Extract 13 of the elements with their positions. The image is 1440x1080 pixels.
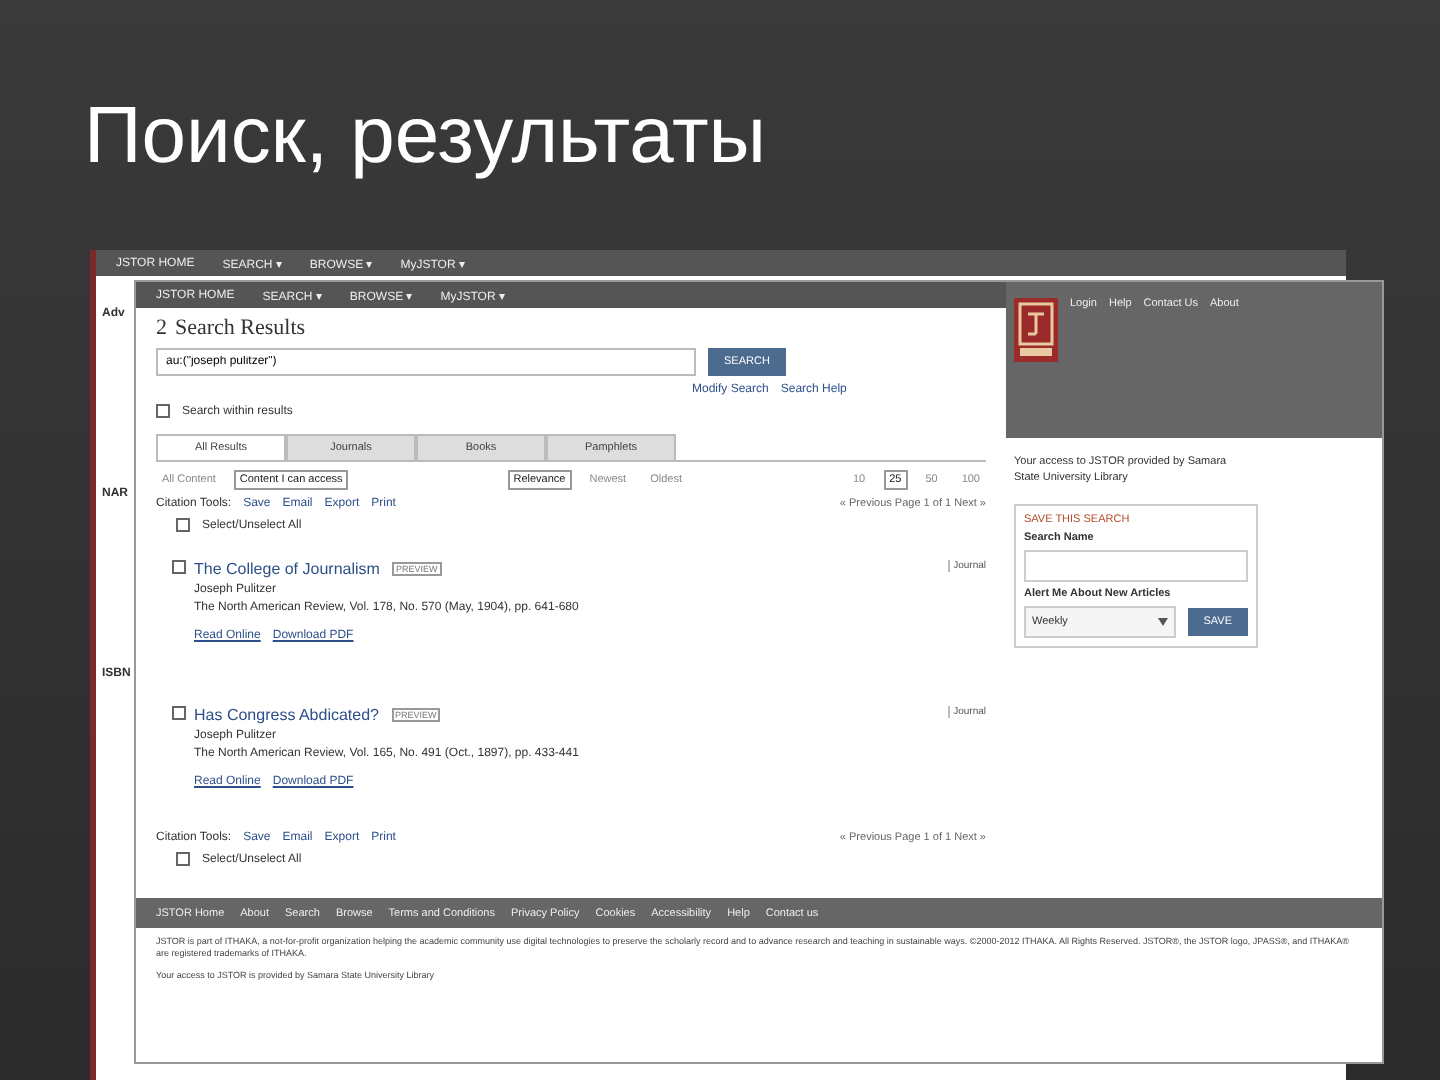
- slide-title: Поиск, результаты: [84, 92, 767, 182]
- checkbox[interactable]: [156, 404, 170, 418]
- checkbox[interactable]: [176, 852, 190, 866]
- dropdown-caret-icon: [1157, 617, 1168, 625]
- checkbox[interactable]: [172, 706, 186, 720]
- checkbox[interactable]: [176, 518, 190, 532]
- search-name-field[interactable]: [1024, 549, 1248, 581]
- checkbox[interactable]: [172, 560, 186, 574]
- page-heading: Search Results: [175, 316, 306, 340]
- result-count: 2: [156, 316, 167, 340]
- result-title[interactable]: Has Congress Abdicated?: [194, 706, 379, 724]
- result-title[interactable]: The College of Journalism: [194, 560, 380, 578]
- logo-icon: [1014, 298, 1058, 362]
